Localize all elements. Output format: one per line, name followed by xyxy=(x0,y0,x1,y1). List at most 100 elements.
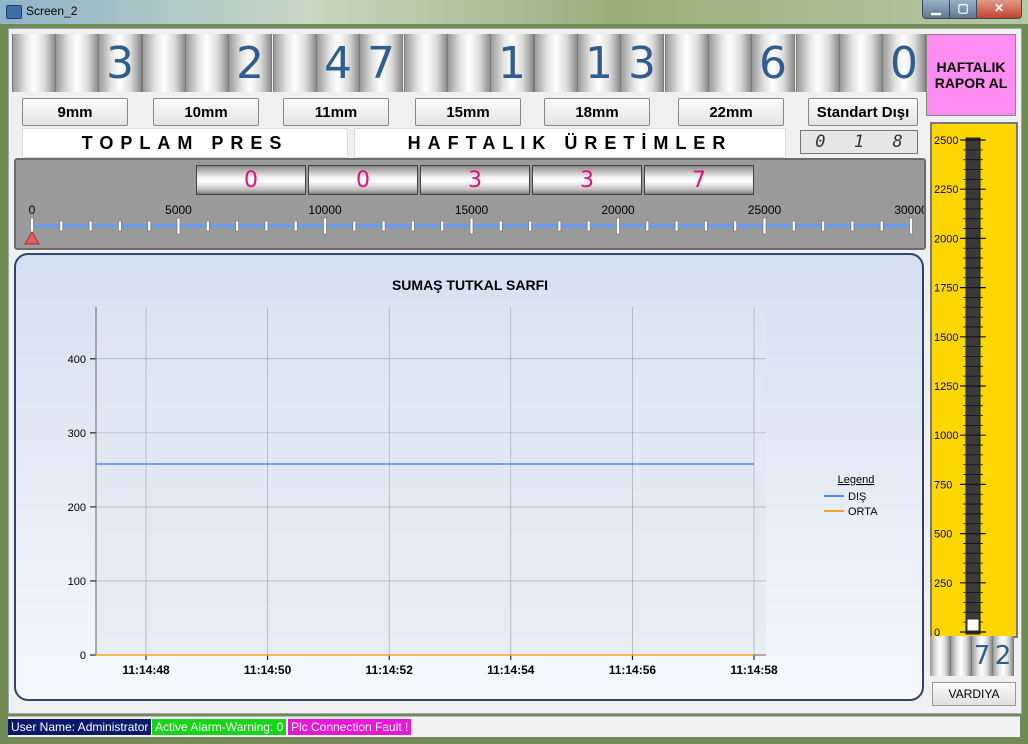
slider-tick xyxy=(674,220,679,232)
slider-tick xyxy=(264,220,269,232)
counter-18mm: 1 3 xyxy=(534,34,664,92)
slider-tick xyxy=(586,220,591,232)
gauge-tick-label: 1000 xyxy=(934,430,958,442)
x-tick-label: 11:14:56 xyxy=(609,663,657,677)
slider-tick-label: 0 xyxy=(29,203,36,217)
size-button-22mm[interactable]: 22mm xyxy=(678,98,784,126)
slider-tick xyxy=(821,220,825,232)
digit: 3 xyxy=(99,34,142,92)
slider-tick xyxy=(616,217,620,235)
status-user: User Name: Administrator xyxy=(8,719,152,735)
size-button-10mm[interactable]: 10mm xyxy=(153,98,259,126)
close-button[interactable]: ✕ xyxy=(976,0,1022,19)
slider-tick xyxy=(791,220,796,232)
gauge-counter: 7 2 xyxy=(930,636,1014,676)
slider-tick xyxy=(528,220,532,232)
digit: 3 xyxy=(532,165,642,195)
digit: 6 xyxy=(752,34,795,92)
digit xyxy=(142,34,186,92)
toplam-pres-label: TOPLAM PRES xyxy=(22,128,348,158)
small-counter: 0 1 8 xyxy=(800,130,918,154)
slider-tick xyxy=(235,220,239,232)
digit: 1 xyxy=(853,132,865,152)
gauge-tick-label: 750 xyxy=(934,479,952,491)
x-tick-label: 11:14:50 xyxy=(244,663,292,677)
gauge-scale: 25002250200017501500125010007505002500 xyxy=(934,135,986,639)
digit xyxy=(56,34,99,92)
slider-tick xyxy=(645,220,650,232)
slider-tick xyxy=(909,217,913,235)
title-bar: Screen_2 xyxy=(0,0,1028,24)
chart-panel: SUMAŞ TUTKAL SARFI 0 100 200 300 400 11:14:48… xyxy=(14,253,924,701)
legend-label-orta: ORTA xyxy=(848,506,878,518)
status-alarm: Active Alarm-Warning: 0 xyxy=(152,719,287,735)
size-button-11mm[interactable]: 11mm xyxy=(283,98,389,126)
digit xyxy=(448,34,491,92)
slider-tick-label: 15000 xyxy=(455,203,489,217)
x-tick-label: 11:14:54 xyxy=(487,663,535,677)
y-tick-label: 200 xyxy=(68,502,86,514)
y-tick-label: 300 xyxy=(68,428,86,440)
size-button-standart-disi[interactable]: Standart Dışı xyxy=(808,98,918,126)
gauge-tick-label: 2500 xyxy=(934,135,958,147)
digit xyxy=(12,34,56,92)
vardiya-button[interactable]: VARDIYA xyxy=(932,682,1016,706)
digit: 1 xyxy=(491,34,534,92)
counter-9mm: 3 xyxy=(12,34,142,92)
slider-tick xyxy=(440,220,445,232)
status-plc: Plc Connection Fault ! xyxy=(288,719,412,735)
digit: 3 xyxy=(420,165,530,195)
digit: 7 xyxy=(972,636,993,676)
digit: 4 xyxy=(317,34,360,92)
y-tick-label: 400 xyxy=(68,354,86,366)
gauge-indicator xyxy=(966,618,980,632)
size-button-9mm[interactable]: 9mm xyxy=(22,98,128,126)
slider-tick xyxy=(381,220,386,232)
gauge-tick-label: 2000 xyxy=(934,233,958,245)
slider-tick xyxy=(205,220,210,232)
digit: 0 xyxy=(196,165,306,195)
digit xyxy=(665,34,709,92)
gauge-tick-label: 0 xyxy=(934,627,940,636)
slider-tick xyxy=(469,217,474,235)
legend-title: Legend xyxy=(838,474,875,486)
size-button-18mm[interactable]: 18mm xyxy=(544,98,650,126)
gauge-tick-label: 1750 xyxy=(934,283,958,295)
digit: 1 xyxy=(578,34,621,92)
digit: 7 xyxy=(644,165,754,195)
y-tick-label: 0 xyxy=(80,650,86,662)
slider-tick-label: 10000 xyxy=(308,203,342,217)
total-press-panel: 0 0 3 3 7 0 5000 10000 15000 20000 25000 30000 xyxy=(14,158,926,250)
slider-tick xyxy=(323,217,327,235)
status-bar: User Name: Administrator Active Alarm-Wa… xyxy=(8,716,1020,737)
press-slider[interactable]: 0 5000 10000 15000 20000 25000 30000 xyxy=(16,198,924,248)
digit xyxy=(930,636,951,676)
size-button-15mm[interactable]: 15mm xyxy=(415,98,521,126)
slider-tick xyxy=(557,220,562,232)
digit xyxy=(951,636,972,676)
slider-tick xyxy=(704,220,708,232)
digit: 0 xyxy=(815,132,826,152)
slider-thumb[interactable] xyxy=(24,231,40,245)
total-counter: 0 0 3 3 7 xyxy=(196,165,756,195)
slider-tick xyxy=(176,217,181,235)
minimize-button[interactable]: ▁ xyxy=(922,0,950,19)
slider-tick xyxy=(498,220,503,232)
digit: 3 xyxy=(621,34,664,92)
digit xyxy=(273,34,317,92)
gauge-tick-label: 2250 xyxy=(934,184,958,196)
digit: 2 xyxy=(993,636,1014,676)
slider-tick xyxy=(59,220,64,232)
slider-tick xyxy=(733,220,738,232)
digit: 0 xyxy=(883,34,926,92)
gauge-tick-label: 500 xyxy=(934,529,952,541)
slider-tick xyxy=(411,220,415,232)
vertical-gauge: 2500 2250 2000 1750 1500 1250 1000 750 500 250 0 xyxy=(930,122,1018,639)
haftalik-rapor-button[interactable]: HAFTALIK RAPOR AL xyxy=(926,34,1016,116)
maximize-button[interactable]: ▢ xyxy=(949,0,977,19)
counter-standart-disi: 0 xyxy=(796,34,926,92)
slider-tick xyxy=(118,220,122,232)
x-tick-label: 11:14:58 xyxy=(730,663,778,677)
legend-label-dis: DIŞ xyxy=(848,491,866,503)
slider-tick-label: 25000 xyxy=(748,203,782,217)
